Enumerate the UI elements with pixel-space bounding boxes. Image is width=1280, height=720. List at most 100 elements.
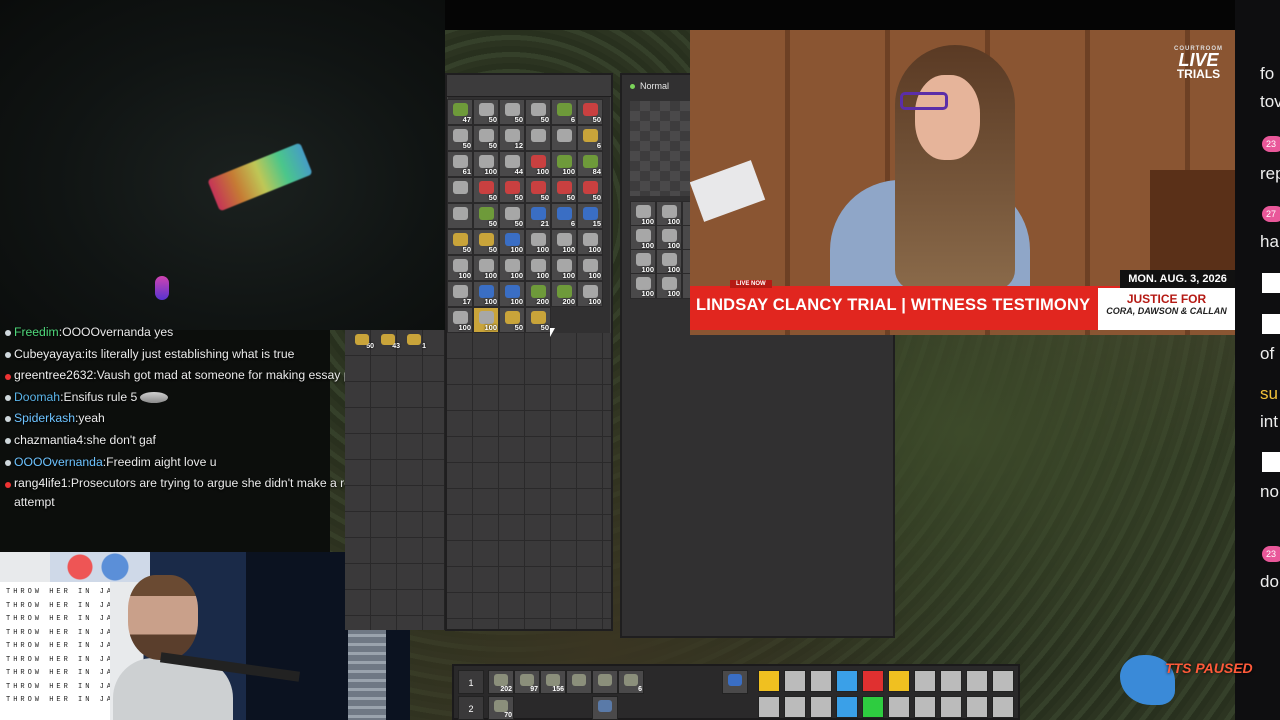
quickbar-slot[interactable]: 97 — [514, 670, 540, 694]
item-icon — [624, 674, 638, 686]
inventory-slot[interactable]: 100 — [447, 307, 473, 333]
inventory-slot[interactable]: 200 — [525, 281, 551, 307]
quickbar-slot[interactable] — [592, 696, 618, 720]
shortcut-button[interactable] — [862, 696, 884, 718]
quickbar-slot[interactable] — [592, 670, 618, 694]
quickbar-slot[interactable]: 70 — [488, 696, 514, 720]
shortcut-button[interactable] — [810, 670, 832, 692]
justice-box: JUSTICE FOR CORA, DAWSON & CALLAN — [1098, 288, 1235, 330]
inventory-slot[interactable]: 100 — [499, 229, 525, 255]
inventory-slot[interactable] — [551, 125, 577, 151]
shortcut-button[interactable] — [784, 696, 806, 718]
quickbar-row-number[interactable]: 2 — [458, 696, 484, 720]
inventory-slot[interactable]: 100 — [525, 151, 551, 177]
chest-slot[interactable]: 100 — [630, 201, 656, 227]
inventory-slot[interactable]: 6 — [551, 203, 577, 229]
inventory-slot[interactable]: 44 — [499, 151, 525, 177]
inventory-slot[interactable]: 50 — [473, 177, 499, 203]
shortcut-button[interactable] — [836, 696, 858, 718]
inventory-slot[interactable]: 50 — [447, 125, 473, 151]
chest-slot[interactable]: 100 — [656, 201, 682, 227]
inventory-slot[interactable]: 100 — [577, 255, 603, 281]
inventory-slot[interactable]: 50 — [525, 307, 551, 333]
inventory-slot[interactable]: 50 — [525, 177, 551, 203]
inventory-slot[interactable]: 100 — [551, 255, 577, 281]
inventory-slot[interactable]: 50 — [499, 99, 525, 125]
inventory-slot[interactable]: 6 — [551, 99, 577, 125]
inventory-slot[interactable]: 100 — [473, 151, 499, 177]
rgb-keyboard — [207, 142, 313, 212]
inventory-slot[interactable]: 100 — [577, 229, 603, 255]
inventory-slot[interactable]: 50 — [447, 229, 473, 255]
inventory-slot[interactable]: 61 — [447, 151, 473, 177]
inventory-slot[interactable]: 6 — [577, 125, 603, 151]
inventory-slot[interactable]: 100 — [473, 255, 499, 281]
inventory-slot[interactable]: 1 — [404, 333, 426, 353]
inventory-slot[interactable]: 100 — [525, 255, 551, 281]
inventory-empty-slots[interactable] — [447, 333, 611, 629]
shortcut-button[interactable] — [992, 670, 1014, 692]
quickbar-slot[interactable] — [566, 670, 592, 694]
inventory-slot[interactable]: 84 — [577, 151, 603, 177]
chest-slot[interactable]: 100 — [630, 273, 656, 299]
quickbar-slot[interactable] — [722, 670, 748, 694]
inventory-slot[interactable]: 50 — [473, 229, 499, 255]
chest-slot[interactable]: 100 — [630, 249, 656, 275]
chest-slot[interactable]: 100 — [656, 273, 682, 299]
quickbar-slot[interactable]: 6 — [618, 670, 644, 694]
inventory-slot[interactable]: 15 — [577, 203, 603, 229]
inventory-slot[interactable]: 47 — [447, 99, 473, 125]
shortcut-button[interactable] — [992, 696, 1014, 718]
shortcut-button[interactable] — [862, 670, 884, 692]
inventory-slot[interactable]: 17 — [447, 281, 473, 307]
shortcut-button[interactable] — [914, 696, 936, 718]
shortcut-button[interactable] — [810, 696, 832, 718]
shortcut-button[interactable] — [914, 670, 936, 692]
inventory-slot[interactable]: 12 — [499, 125, 525, 151]
inventory-slot[interactable]: 43 — [378, 333, 400, 353]
inventory-slot[interactable]: 200 — [551, 281, 577, 307]
inventory-slot[interactable]: 100 — [577, 281, 603, 307]
shortcut-button[interactable] — [940, 670, 962, 692]
inventory-slot[interactable]: 100 — [473, 281, 499, 307]
inventory-slot[interactable]: 50 — [473, 203, 499, 229]
inventory-slot[interactable]: 50 — [577, 177, 603, 203]
shortcut-button[interactable] — [940, 696, 962, 718]
quickbar-slot[interactable]: 156 — [540, 670, 566, 694]
inventory-slot[interactable] — [447, 203, 473, 229]
quickbar-row-number[interactable]: 1 — [458, 670, 484, 694]
inventory-slot[interactable]: 100 — [551, 229, 577, 255]
chest-slot[interactable]: 100 — [656, 225, 682, 251]
shortcut-button[interactable] — [966, 696, 988, 718]
inventory-slot[interactable]: 50 — [499, 203, 525, 229]
inventory-slot[interactable]: 100 — [473, 307, 499, 333]
inventory-slot[interactable]: 50 — [499, 177, 525, 203]
inventory-slot[interactable]: 21 — [525, 203, 551, 229]
inventory-slot[interactable]: 50 — [525, 99, 551, 125]
shortcut-button[interactable] — [784, 670, 806, 692]
shortcut-button[interactable] — [888, 696, 910, 718]
inventory-slot[interactable]: 100 — [551, 151, 577, 177]
inventory-slot[interactable]: 50 — [473, 99, 499, 125]
inventory-slot[interactable]: 50 — [551, 177, 577, 203]
shortcut-button[interactable] — [758, 670, 780, 692]
chest-slot[interactable]: 100 — [656, 249, 682, 275]
inventory-slot[interactable]: 100 — [499, 255, 525, 281]
chest-slot[interactable]: 100 — [630, 225, 656, 251]
inventory-slot[interactable]: 50 — [577, 99, 603, 125]
inventory-grid-left[interactable] — [345, 330, 445, 630]
inventory-slot[interactable]: 50 — [473, 125, 499, 151]
quickbar-slot[interactable]: 202 — [488, 670, 514, 694]
inventory-slot[interactable] — [525, 125, 551, 151]
inventory-slot[interactable]: 100 — [525, 229, 551, 255]
shortcut-button[interactable] — [836, 670, 858, 692]
inventory-slot[interactable]: 100 — [499, 281, 525, 307]
inventory-slot[interactable]: 50 — [352, 333, 374, 353]
entity-preview — [630, 101, 690, 196]
inventory-slot[interactable]: 100 — [447, 255, 473, 281]
shortcut-button[interactable] — [888, 670, 910, 692]
inventory-slot[interactable]: 50 — [499, 307, 525, 333]
shortcut-button[interactable] — [758, 696, 780, 718]
inventory-slot[interactable] — [447, 177, 473, 203]
shortcut-button[interactable] — [966, 670, 988, 692]
